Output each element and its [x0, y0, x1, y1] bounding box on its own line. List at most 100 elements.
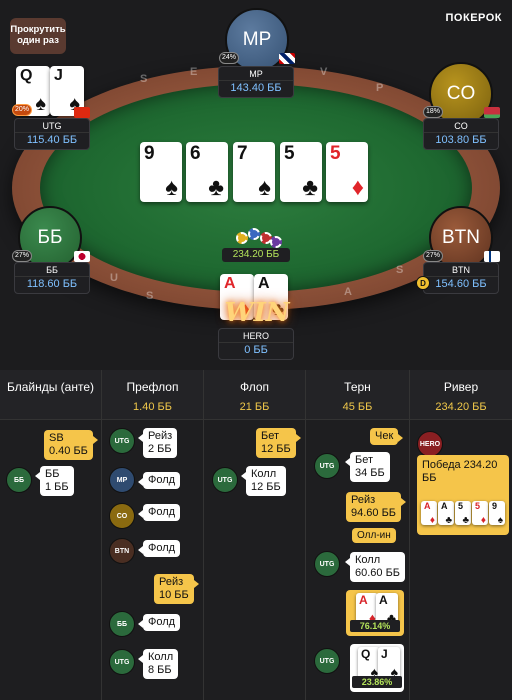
equity-percent: 23.86%	[352, 676, 402, 688]
pos-badge-hero: HERO	[417, 431, 443, 457]
mini-card: J ♠	[378, 647, 400, 680]
flag-uk-icon	[279, 53, 295, 64]
action-hero-check: Чек	[370, 428, 404, 445]
pos-badge-utg: UTG	[109, 649, 135, 675]
vpip-badge: 20%	[12, 104, 32, 116]
pos-badge-bb: ББ	[6, 467, 32, 493]
flag-belarus-icon	[484, 107, 500, 118]
player-name: CO	[424, 119, 498, 133]
player-stack: 118.60 ББ	[26, 278, 78, 290]
player-name: HERO	[219, 329, 293, 343]
rim-letter: S	[140, 73, 148, 85]
col-value: 234.20 ББ	[435, 401, 487, 413]
nameplate-mp: MP 143.40 ББ	[218, 66, 294, 98]
nameplate-btn: BTN 154.60 ББ	[423, 262, 499, 294]
action-hero-raise: Рейз 94.60 ББ	[346, 492, 407, 522]
pos-badge-utg: UTG	[212, 467, 238, 493]
rim-letter: S	[396, 264, 404, 276]
col-header: Терн 45 ББ	[306, 370, 409, 420]
action-co-fold: Фолд	[137, 504, 181, 521]
col-title: Ривер	[443, 380, 479, 394]
col-header: Ривер 234.20 ББ	[410, 370, 512, 420]
flag-china-icon	[74, 107, 90, 118]
vpip-badge: 27%	[12, 250, 32, 262]
brand-logo: ПОКЕРОК	[445, 12, 502, 24]
player-stack: 103.80 ББ	[435, 134, 487, 146]
win-banner: WIN	[224, 298, 290, 328]
rim-letter: U	[110, 272, 118, 284]
equity-percent: 76.14%	[350, 620, 400, 632]
pos-badge-mp: MP	[109, 467, 135, 493]
dealer-button-icon: D	[416, 276, 430, 290]
col-body	[204, 420, 305, 700]
nameplate-bb: ББ 118.60 ББ	[14, 262, 90, 294]
vpip-badge: 27%	[423, 250, 443, 262]
pos-badge-co: CO	[109, 503, 135, 529]
rim-letter: E	[190, 66, 198, 78]
win-result-box: Победа 234.20 ББ A ♦ A ♣ 5 ♣ 5 ♦ 9 ♠	[417, 455, 509, 535]
chip-icon	[270, 236, 282, 248]
player-name: UTG	[15, 119, 89, 133]
col-title: Префлоп	[126, 380, 179, 394]
mini-card: 5 ♣	[455, 501, 471, 526]
player-stack: 154.60 ББ	[435, 278, 487, 290]
rim-letter: P	[376, 82, 384, 94]
run-once-button[interactable]: Прокрутить один раз	[10, 18, 66, 54]
action-utg-bet: Бет 34 ББ	[345, 452, 390, 482]
player-name: ББ	[15, 263, 89, 277]
win-text: Победа 234.20 ББ	[422, 459, 498, 484]
board-card-3: 7 ♠	[233, 142, 275, 202]
flag-japan-icon	[74, 251, 90, 262]
mini-card: 9 ♠	[489, 501, 505, 526]
chip-icon	[248, 228, 260, 240]
nameplate-utg: UTG 115.40 ББ	[14, 118, 90, 150]
action-utg-call: Колл 8 ББ	[137, 649, 179, 679]
nameplate-co: CO 103.80 ББ	[423, 118, 499, 150]
hand-history: Блайнды (анте) Префлоп 1.40 ББ Флоп 21 Б…	[0, 370, 512, 700]
vpip-badge: 24%	[219, 52, 239, 64]
rim-letter: V	[320, 66, 328, 78]
history-col-river: Ривер 234.20 ББ	[410, 370, 512, 700]
pos-badge-btn: BTN	[109, 538, 135, 564]
board-card-1: 9 ♠	[140, 142, 182, 202]
player-name: MP	[219, 67, 293, 81]
pos-badge-utg: UTG	[314, 551, 340, 577]
action-sb-post: SB 0.40 ББ	[44, 430, 98, 460]
col-value: 1.40 ББ	[133, 401, 172, 413]
player-stack: 115.40 ББ	[26, 134, 78, 146]
board-card-4: 5 ♣	[280, 142, 322, 202]
rim-letter: S	[146, 290, 154, 302]
history-col-blinds: Блайнды (анте)	[0, 370, 102, 700]
player-stack: 143.40 ББ	[230, 82, 282, 94]
col-value: 45 ББ	[342, 401, 373, 413]
mini-card: Q ♠	[358, 647, 380, 680]
col-body	[0, 420, 101, 700]
rim-letter: A	[344, 286, 352, 298]
mini-card: 5 ♦	[472, 501, 488, 526]
pos-badge-utg: UTG	[109, 428, 135, 454]
action-utg-raise: Рейз 2 ББ	[137, 428, 178, 458]
col-header: Флоп 21 ББ	[204, 370, 305, 420]
action-hero-bet: Бет 12 ББ	[256, 428, 301, 458]
nameplate-hero: HERO 0 ББ	[218, 328, 294, 360]
mini-card: A ♣	[438, 501, 454, 526]
pos-badge-utg: UTG	[314, 648, 340, 674]
action-btn-fold: Фолд	[137, 540, 181, 557]
player-stack: 0 ББ	[244, 344, 268, 356]
vpip-badge: 18%	[423, 106, 443, 118]
hero-equity-box: A ♦ A ♣ 76.14%	[346, 590, 404, 636]
col-header: Блайнды (анте)	[0, 370, 101, 420]
col-title: Блайнды (анте)	[6, 380, 95, 394]
action-mp-fold: Фолд	[137, 472, 181, 489]
col-title: Терн	[344, 380, 371, 394]
action-hero-raise: Рейз 10 ББ	[154, 574, 199, 604]
action-bb-post: ББ 1 ББ	[35, 466, 74, 496]
board-card-2: 6 ♣	[186, 142, 228, 202]
mini-card: A ♦	[421, 501, 437, 526]
board-card-5: 5 ♦	[326, 142, 368, 202]
action-utg-call: Колл 12 ББ	[241, 466, 286, 496]
pos-badge-bb: ББ	[109, 611, 135, 637]
col-header: Префлоп 1.40 ББ	[102, 370, 203, 420]
villain-equity-box: Q ♠ J ♠ 23.86%	[350, 644, 404, 692]
action-utg-call: Колл 60.60 ББ	[344, 552, 406, 582]
